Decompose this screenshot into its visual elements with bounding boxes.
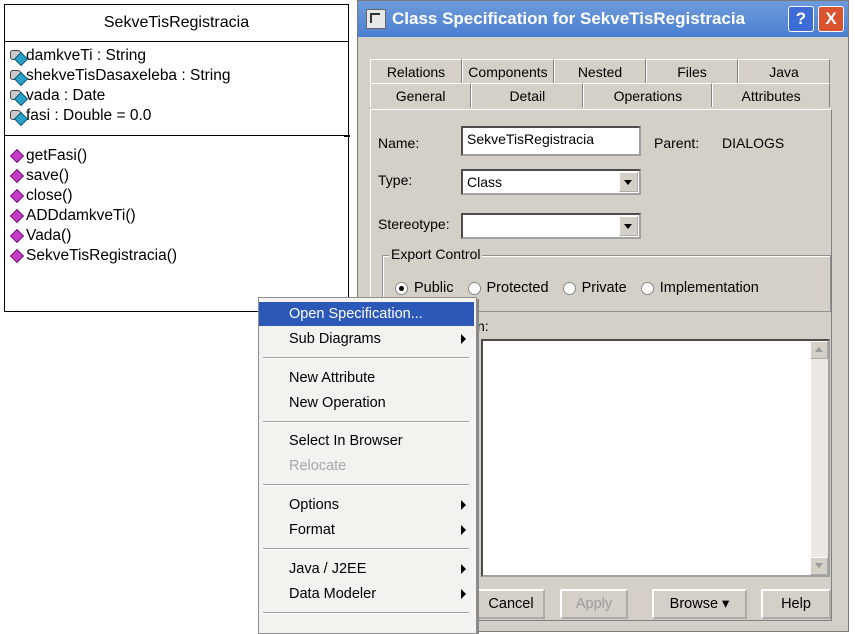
radio-private[interactable]: Private bbox=[562, 280, 627, 296]
menu-item-options[interactable]: Options bbox=[259, 493, 474, 517]
operation-icon bbox=[9, 188, 25, 204]
uml-attribute[interactable]: shekveTisDasaxeleba : String bbox=[9, 66, 348, 86]
type-select[interactable]: Class bbox=[461, 169, 641, 195]
stereotype-label: Stereotype: bbox=[378, 216, 450, 232]
tab-detail[interactable]: Detail bbox=[471, 83, 584, 107]
name-field[interactable]: SekveTisRegistracia bbox=[461, 126, 641, 156]
parent-value: DIALOGS bbox=[722, 135, 785, 151]
tab-operations[interactable]: Operations bbox=[583, 83, 713, 107]
operation-icon bbox=[9, 208, 25, 224]
uml-class-box[interactable]: SekveTisRegistracia damkveTi : String sh… bbox=[4, 4, 349, 312]
menu-separator bbox=[263, 421, 469, 423]
menu-item-new-operation[interactable]: New Operation bbox=[259, 391, 474, 415]
radio-protected[interactable]: Protected bbox=[467, 280, 549, 296]
radio-empty-icon bbox=[562, 281, 576, 295]
tab-row-2: General Detail Operations Attributes bbox=[370, 83, 830, 107]
menu-item-sub-diagrams[interactable]: Sub Diagrams bbox=[259, 327, 474, 351]
radio-selected-icon bbox=[395, 281, 408, 295]
tab-nested[interactable]: Nested bbox=[554, 59, 646, 83]
export-radio-row: Public Protected Private Implementation bbox=[395, 280, 759, 296]
tab-files[interactable]: Files bbox=[646, 59, 738, 83]
export-control-label: Export Control bbox=[389, 246, 483, 262]
uml-attribute[interactable]: fasi : Double = 0.0 bbox=[9, 106, 348, 126]
documentation-scrollbar[interactable] bbox=[810, 341, 828, 575]
browse-button[interactable]: Browse ▾ bbox=[652, 589, 747, 619]
help-title-button[interactable]: ? bbox=[788, 6, 814, 32]
operation-icon bbox=[9, 148, 25, 164]
tab-relations[interactable]: Relations bbox=[370, 59, 462, 83]
radio-implementation[interactable]: Implementation bbox=[640, 280, 759, 296]
radio-empty-icon bbox=[640, 281, 654, 295]
private-attribute-icon bbox=[9, 49, 29, 66]
submenu-arrow-icon bbox=[461, 334, 466, 344]
selection-handle[interactable] bbox=[344, 135, 350, 137]
help-button[interactable]: Help bbox=[761, 589, 831, 619]
tab-row-1: Relations Components Nested Files Java bbox=[370, 59, 830, 83]
tab-attributes[interactable]: Attributes bbox=[712, 83, 830, 107]
type-label: Type: bbox=[378, 172, 413, 188]
operation-icon bbox=[9, 228, 25, 244]
tab-components[interactable]: Components bbox=[462, 59, 554, 83]
documentation-label: n: bbox=[477, 318, 489, 334]
private-attribute-icon bbox=[9, 89, 29, 106]
close-button[interactable]: X bbox=[818, 6, 844, 32]
menu-item-new-attribute[interactable]: New Attribute bbox=[259, 366, 474, 390]
uml-attribute[interactable]: damkveTi : String bbox=[9, 46, 348, 66]
menu-item-relocate: Relocate bbox=[289, 458, 347, 474]
uml-class-name: SekveTisRegistracia bbox=[5, 5, 348, 42]
radio-public[interactable]: Public bbox=[395, 280, 454, 296]
context-menu: Open Specification... Sub Diagrams New A… bbox=[258, 297, 477, 634]
uml-operation[interactable]: save() bbox=[9, 166, 348, 186]
scroll-down-icon[interactable] bbox=[810, 557, 828, 575]
apply-button[interactable]: Apply bbox=[560, 589, 628, 619]
operation-icon bbox=[9, 248, 25, 264]
operation-icon bbox=[9, 168, 25, 184]
menu-separator bbox=[263, 612, 469, 614]
submenu-arrow-icon bbox=[461, 589, 466, 599]
menu-item-java-j2ee[interactable]: Java / J2EE bbox=[259, 557, 474, 581]
submenu-arrow-icon bbox=[461, 500, 466, 510]
tab-strip: Relations Components Nested Files Java G… bbox=[370, 59, 830, 107]
menu-item-open-specification[interactable]: Open Specification... bbox=[259, 302, 474, 326]
private-attribute-icon bbox=[9, 109, 29, 126]
chevron-down-icon[interactable] bbox=[619, 216, 638, 236]
tab-java[interactable]: Java bbox=[738, 59, 830, 83]
uml-operation[interactable]: getFasi() bbox=[9, 146, 348, 166]
menu-separator bbox=[263, 357, 469, 359]
uml-operation[interactable]: ADDdamkveTi() bbox=[9, 206, 348, 226]
menu-separator bbox=[263, 548, 469, 550]
app-icon bbox=[366, 9, 386, 29]
tab-general[interactable]: General bbox=[370, 83, 472, 107]
menu-item-select-in-browser[interactable]: Select In Browser bbox=[259, 429, 474, 453]
uml-operation[interactable]: close() bbox=[9, 186, 348, 206]
chevron-down-icon[interactable] bbox=[619, 172, 638, 192]
uml-attributes: damkveTi : String shekveTisDasaxeleba : … bbox=[5, 42, 348, 136]
submenu-arrow-icon bbox=[461, 525, 466, 535]
scroll-up-icon[interactable] bbox=[810, 341, 828, 359]
documentation-textarea[interactable] bbox=[481, 339, 830, 577]
uml-attribute[interactable]: vada : Date bbox=[9, 86, 348, 106]
dialog-title: Class Specification for SekveTisRegistra… bbox=[392, 9, 746, 28]
cancel-button[interactable]: Cancel bbox=[477, 589, 545, 619]
private-attribute-icon bbox=[9, 69, 29, 86]
name-label: Name: bbox=[378, 135, 420, 151]
stereotype-select[interactable] bbox=[461, 213, 641, 239]
type-select-value: Class bbox=[467, 174, 503, 190]
menu-item-format[interactable]: Format bbox=[259, 518, 474, 542]
dialog-titlebar[interactable]: Class Specification for SekveTisRegistra… bbox=[358, 1, 848, 37]
uml-operation[interactable]: Vada() bbox=[9, 226, 348, 246]
uml-operation[interactable]: SekveTisRegistracia() bbox=[9, 246, 348, 266]
uml-operations: getFasi() save() close() ADDdamkveTi() V… bbox=[5, 136, 348, 266]
parent-label: Parent: bbox=[654, 135, 700, 151]
menu-item-data-modeler[interactable]: Data Modeler bbox=[259, 582, 474, 606]
submenu-arrow-icon bbox=[461, 564, 466, 574]
radio-empty-icon bbox=[467, 281, 481, 295]
menu-separator bbox=[263, 484, 469, 486]
